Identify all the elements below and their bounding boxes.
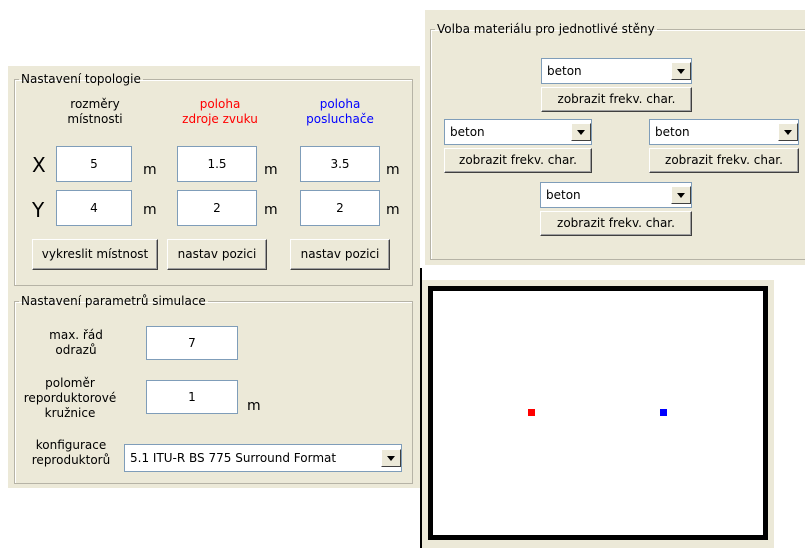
source-y-unit: m	[264, 202, 278, 218]
materials-legend: Volba materiálu pro jednotlivé stěny	[437, 22, 655, 36]
speaker-configuration-label: konfigurace reproduktorů	[31, 438, 111, 467]
room-y-input[interactable]: 4	[56, 190, 132, 226]
listener-marker	[660, 409, 667, 416]
source-y-input[interactable]: 2	[177, 190, 257, 226]
draw-room-button[interactable]: vykreslit místnost	[32, 239, 158, 270]
chevron-down-icon[interactable]	[571, 123, 591, 141]
speaker-circle-radius-label: poloměr reporduktorové kružnice	[23, 376, 117, 420]
material-top-wall-select[interactable]: beton	[541, 58, 692, 84]
show-frequency-left-button[interactable]: zobrazit frekv. char.	[444, 148, 592, 173]
source-x-input[interactable]: 1.5	[177, 146, 257, 182]
set-source-position-button[interactable]: nastav pozici	[167, 239, 267, 270]
source-marker	[528, 409, 535, 416]
speaker-circle-radius-unit: m	[247, 398, 261, 414]
room-size-header: rozměry místnosti	[67, 97, 123, 126]
room-x-unit: m	[143, 162, 157, 178]
source-position-header: poloha zdroje zvuku	[182, 97, 258, 126]
max-reflection-order-input[interactable]: 7	[146, 326, 238, 360]
room-view-canvas[interactable]	[428, 286, 768, 540]
speaker-circle-radius-input[interactable]: 1	[146, 380, 238, 414]
room-y-unit: m	[143, 202, 157, 218]
source-x-unit: m	[264, 162, 278, 178]
show-frequency-right-button[interactable]: zobrazit frekv. char.	[649, 148, 799, 173]
material-right-wall-select[interactable]: beton	[649, 119, 799, 145]
room-x-input[interactable]: 5	[56, 146, 132, 182]
material-top-wall-value: beton	[547, 64, 582, 78]
chevron-down-icon[interactable]	[671, 62, 691, 80]
topology-legend: Nastavení topologie	[21, 72, 141, 86]
material-bottom-wall-select[interactable]: beton	[540, 182, 692, 208]
material-right-wall-value: beton	[655, 125, 690, 139]
material-bottom-wall-value: beton	[546, 188, 581, 202]
listener-y-unit: m	[386, 202, 400, 218]
listener-y-input[interactable]: 2	[300, 190, 380, 226]
show-frequency-bottom-button[interactable]: zobrazit frekv. char.	[540, 211, 692, 236]
speaker-configuration-value: 5.1 ITU-R BS 775 Surround Format	[130, 451, 337, 465]
speaker-configuration-select[interactable]: 5.1 ITU-R BS 775 Surround Format	[124, 444, 402, 472]
chevron-down-icon[interactable]	[671, 186, 691, 204]
show-frequency-top-button[interactable]: zobrazit frekv. char.	[541, 87, 692, 112]
room-view-divider	[420, 268, 422, 548]
set-listener-position-button[interactable]: nastav pozici	[290, 239, 390, 270]
chevron-down-icon[interactable]	[381, 449, 401, 467]
simulation-legend: Nastavení parametrů simulace	[21, 294, 206, 308]
material-left-wall-value: beton	[450, 125, 485, 139]
y-axis-label: Y	[32, 198, 45, 222]
listener-position-header: poloha posluchače	[306, 97, 374, 126]
listener-x-input[interactable]: 3.5	[300, 146, 380, 182]
chevron-down-icon[interactable]	[778, 123, 798, 141]
x-axis-label: X	[32, 153, 46, 177]
material-left-wall-select[interactable]: beton	[444, 119, 592, 145]
max-reflection-order-label: max. řád odrazů	[49, 328, 103, 357]
listener-x-unit: m	[386, 162, 400, 178]
